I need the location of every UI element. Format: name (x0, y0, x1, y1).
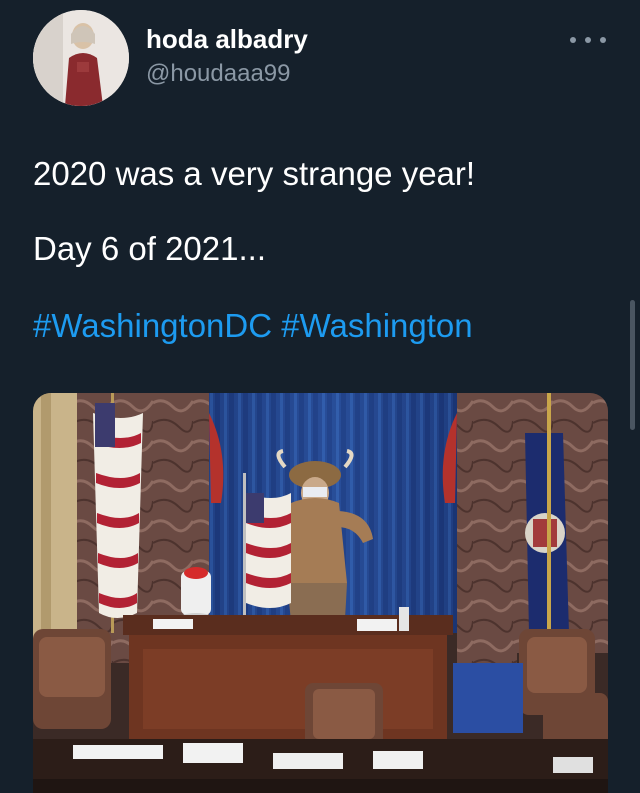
more-dot (570, 37, 576, 43)
tweet-text-line: Day 6 of 2021... (33, 230, 266, 267)
author-handle[interactable]: @houdaaa99 (146, 60, 291, 88)
hashtag-link[interactable]: #WashingtonDC (33, 307, 272, 344)
more-options-icon[interactable] (570, 34, 606, 46)
more-dot (585, 37, 591, 43)
more-dot (600, 37, 606, 43)
hashtag-link[interactable]: #Washington (281, 307, 472, 344)
photo-scene (33, 393, 608, 793)
author-display-name[interactable]: hoda albadry (146, 24, 308, 55)
tweet-card: hoda albadry @houdaaa99 2020 was a very … (0, 0, 640, 793)
avatar-image (33, 10, 129, 106)
author-avatar[interactable] (33, 10, 129, 106)
tweet-photo[interactable] (33, 393, 608, 793)
tweet-hashtags: #WashingtonDC #Washington (33, 307, 473, 345)
scrollbar[interactable] (630, 300, 635, 430)
tweet-text-line: 2020 was a very strange year! (33, 155, 476, 192)
